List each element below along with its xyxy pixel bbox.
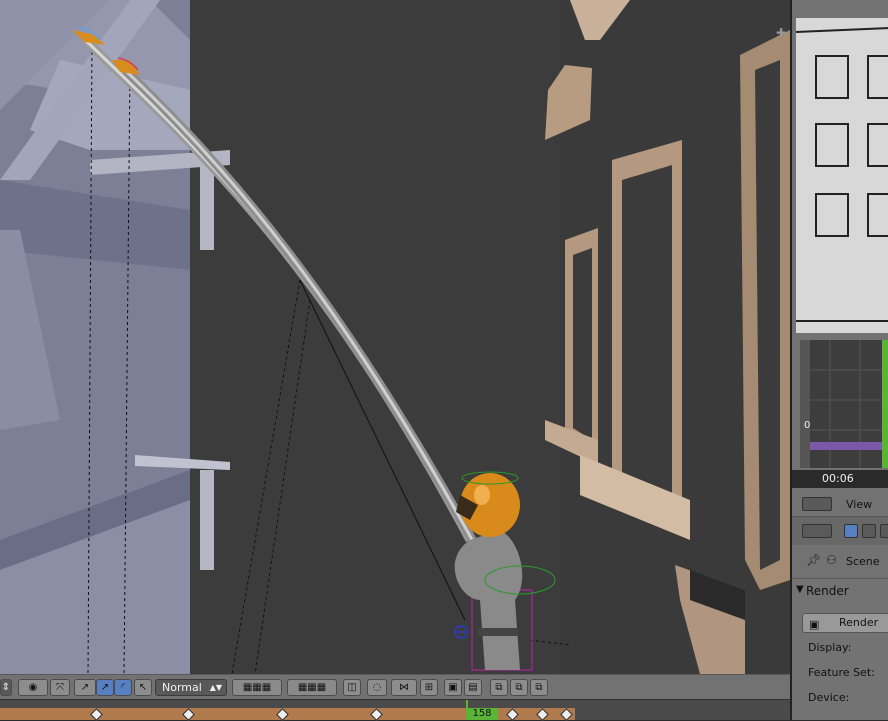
transform-orientation-select[interactable]: Normal ▲▼ xyxy=(155,679,227,696)
plus-icon[interactable]: ✚ xyxy=(776,26,786,40)
rotate-icon[interactable]: ◜ xyxy=(114,679,132,696)
scale-icon[interactable]: ↖ xyxy=(134,679,152,696)
render-panel-title[interactable]: Render xyxy=(806,584,849,598)
manipulator-icon[interactable]: ↗ xyxy=(74,679,96,696)
scene-icon: ⚇ xyxy=(826,553,837,567)
time-readout: 00:06 xyxy=(822,472,854,485)
feature-set-label: Feature Set: xyxy=(808,666,875,679)
pin-icon[interactable]: 📌︎ xyxy=(806,553,821,567)
render-still-icon[interactable]: ▣ xyxy=(444,679,462,696)
layers-grid-icon[interactable]: ▦▦▦ xyxy=(287,679,337,696)
render-layers-tab-icon[interactable] xyxy=(862,524,876,538)
view-menu[interactable]: View xyxy=(846,498,872,511)
3d-viewport[interactable]: ✚ xyxy=(0,0,790,674)
translate-icon[interactable]: ↗ xyxy=(96,679,114,696)
render-anim-icon[interactable]: ▤ xyxy=(464,679,482,696)
scene-label: Scene xyxy=(846,555,880,568)
image-preview xyxy=(796,18,888,333)
timeline[interactable]: 158 xyxy=(0,699,790,721)
viewport-shading-icon[interactable]: ◉ xyxy=(18,679,48,696)
current-frame-indicator[interactable]: 158 xyxy=(466,708,498,720)
collapse-triangle-icon[interactable]: ▼ xyxy=(796,584,804,595)
display-label: Display: xyxy=(808,641,852,654)
editor-type-icon[interactable] xyxy=(802,497,832,511)
scene-breadcrumb: 📌︎ ⚇ Scene xyxy=(792,548,888,574)
view-header: View xyxy=(792,492,888,516)
layer-grid-icon[interactable]: ▦▦▦ xyxy=(232,679,282,696)
snap-icon[interactable]: ⋈ xyxy=(391,679,417,696)
layer-icon[interactable]: ◫ xyxy=(343,679,361,696)
viewport-header: ⇕ ◉ ⤧ ↗ ↗ ◜ ↖ Normal ▲▼ ▦▦▦ ▦▦▦ ◫ ◌ ⋈ ⊞ ▣… xyxy=(0,674,790,700)
scene-tab-icon[interactable] xyxy=(880,524,888,538)
render-panel: ▼ Render ▣ Render Display: Feature Set: … xyxy=(792,578,888,720)
right-panel: 0 00:06 View 📌︎ ⚇ Scene ▼ Render ▣ Rende… xyxy=(790,0,888,720)
copy-icon[interactable]: ⧉ xyxy=(490,679,508,696)
paste-flipped-icon[interactable]: ⧉ xyxy=(530,679,548,696)
pivot-icon[interactable]: ⤧ xyxy=(50,679,70,696)
editor-type-arrow-icon[interactable]: ⇕ xyxy=(0,679,12,696)
render-button[interactable]: ▣ Render xyxy=(802,613,888,633)
properties-header xyxy=(792,516,888,545)
snap-target-icon[interactable]: ⊞ xyxy=(420,679,438,696)
proportional-icon[interactable]: ◌ xyxy=(367,679,387,696)
render-camera-icon: ▣ xyxy=(809,618,820,631)
paste-icon[interactable]: ⧉ xyxy=(510,679,528,696)
scene-render xyxy=(0,0,790,674)
device-label: Device: xyxy=(808,691,850,704)
render-tab-icon[interactable] xyxy=(844,524,858,538)
graph-axis-zero: 0 xyxy=(804,420,811,431)
editor-type-icon[interactable] xyxy=(802,524,832,538)
graph-editor[interactable] xyxy=(800,340,888,468)
